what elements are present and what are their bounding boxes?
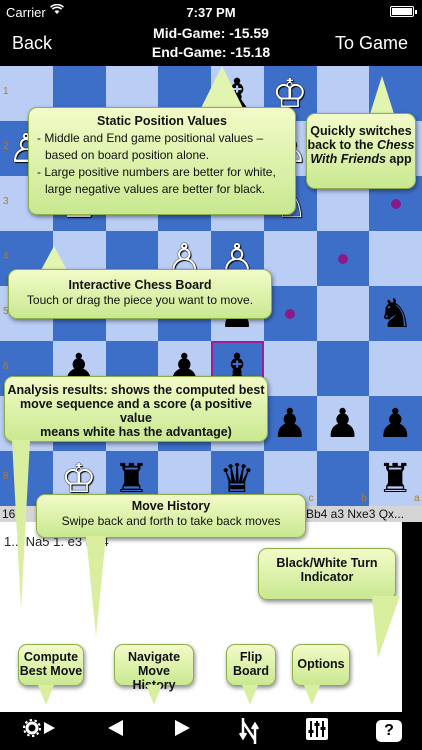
file-label: c [308, 493, 314, 504]
analysis-moves-right: Bb4 a3 Nxe3 Qx... [306, 507, 405, 521]
flip-callout-tail [242, 685, 258, 705]
status-time: 7:37 PM [186, 5, 236, 20]
options-callout-tail [304, 685, 320, 705]
analysis-callout-tail [12, 440, 30, 610]
quick-switch-line3b: app [385, 152, 412, 166]
triangle-right-icon[interactable] [172, 717, 194, 745]
battery-icon [390, 6, 417, 17]
rank-label: 8 [3, 471, 9, 482]
navigate-history-callout: Navigate Move History [114, 644, 194, 692]
top-bar: Carrier 7:37 PM Back Mid-Game: -15.59 En… [0, 0, 422, 66]
analysis-results-callout: Analysis results: shows the computed bes… [4, 376, 268, 442]
black-piece[interactable]: ♟ [264, 398, 316, 450]
move-history-title: Move History [131, 499, 211, 513]
rank-label: 1 [3, 86, 9, 97]
rank-label: 3 [3, 196, 9, 207]
turn-indicator-callout: Black/White Turn Indicator [258, 548, 396, 600]
quick-switch-line3a: With Friends [310, 152, 386, 166]
flip-arrows-icon[interactable] [237, 717, 261, 745]
black-piece[interactable]: ♜ [369, 453, 421, 505]
static-values-title: Static Position Values [97, 114, 227, 128]
rank-label: 4 [3, 251, 9, 262]
compute-best-move-callout: Compute Best Move [18, 644, 84, 686]
bottom-toolbar: ? [0, 712, 422, 750]
quick-callout-tail [370, 76, 394, 114]
sliders-icon[interactable] [303, 717, 331, 745]
options-callout: Options [292, 644, 350, 686]
analysis-results-line1: Analysis results: shows the computed bes… [7, 383, 265, 397]
quick-switch-callout: Quickly switches back to the Chess With … [306, 113, 416, 189]
quick-switch-line2b: Chess [376, 138, 415, 152]
file-label: b [361, 493, 367, 504]
quick-switch-line1: Quickly switches [310, 124, 412, 138]
navigate-callout-tail [146, 685, 162, 705]
navigate-line1: Navigate [127, 650, 181, 664]
turn-callout-tail [372, 596, 400, 658]
turn-indicator [402, 522, 422, 712]
turn-indicator-line1: Black/White Turn [276, 556, 378, 570]
rank-label: 6 [3, 361, 9, 372]
static-values-line4: large negative values are better for bla… [45, 182, 266, 196]
move-hint-dot[interactable] [337, 253, 348, 264]
interactive-board-callout: Interactive Chess Board Touch or drag th… [8, 269, 272, 319]
board-square[interactable] [369, 231, 422, 286]
to-game-button[interactable]: To Game [335, 33, 408, 54]
static-callout-tail [200, 66, 244, 110]
move-history-callout: Move History Swipe back and forth to tak… [36, 494, 306, 538]
board-square[interactable] [263, 341, 317, 396]
board-square[interactable] [369, 341, 422, 396]
black-piece[interactable]: ♟ [317, 398, 369, 450]
analysis-results-line2: move sequence and a score (a positive va… [19, 397, 253, 425]
move-hint-dot[interactable] [390, 198, 401, 209]
compute-line1: Compute [23, 650, 79, 664]
move-history-body: Swipe back and forth to take back moves [61, 514, 281, 528]
analysis-results-line3: means white has the advantage) [40, 425, 232, 439]
flip-line2: Board [232, 664, 270, 678]
compute-callout-tail [38, 685, 54, 705]
interactive-board-body: Touch or drag the piece you want to move… [26, 293, 254, 307]
quick-switch-line2a: back to the [307, 138, 377, 152]
compute-line2: Best Move [19, 664, 83, 678]
static-values-line1: - Middle and End game positional values … [37, 131, 264, 145]
turn-indicator-line2: Indicator [300, 570, 354, 584]
static-values-line3: - Large positive numbers are better for … [37, 165, 276, 179]
flip-line1: Flip [239, 650, 263, 664]
options-line1: Options [297, 657, 345, 671]
history-callout-tail [86, 536, 106, 636]
static-values-callout: Static Position Values - Middle and End … [28, 107, 296, 215]
black-piece[interactable]: ♞ [369, 288, 421, 340]
board-square[interactable] [316, 341, 370, 396]
triangle-left-icon[interactable] [104, 717, 126, 745]
gear-play-icon[interactable] [22, 717, 58, 745]
board-square[interactable] [316, 286, 370, 341]
move-hint-dot[interactable] [285, 308, 296, 319]
black-piece[interactable]: ♟ [369, 398, 421, 450]
interactive-board-title: Interactive Chess Board [68, 278, 212, 292]
help-button[interactable]: ? [376, 720, 402, 742]
status-bar: Carrier 7:37 PM [0, 3, 422, 21]
flip-board-callout: Flip Board [226, 644, 276, 686]
static-values-line2: based on board position alone. [45, 148, 210, 162]
